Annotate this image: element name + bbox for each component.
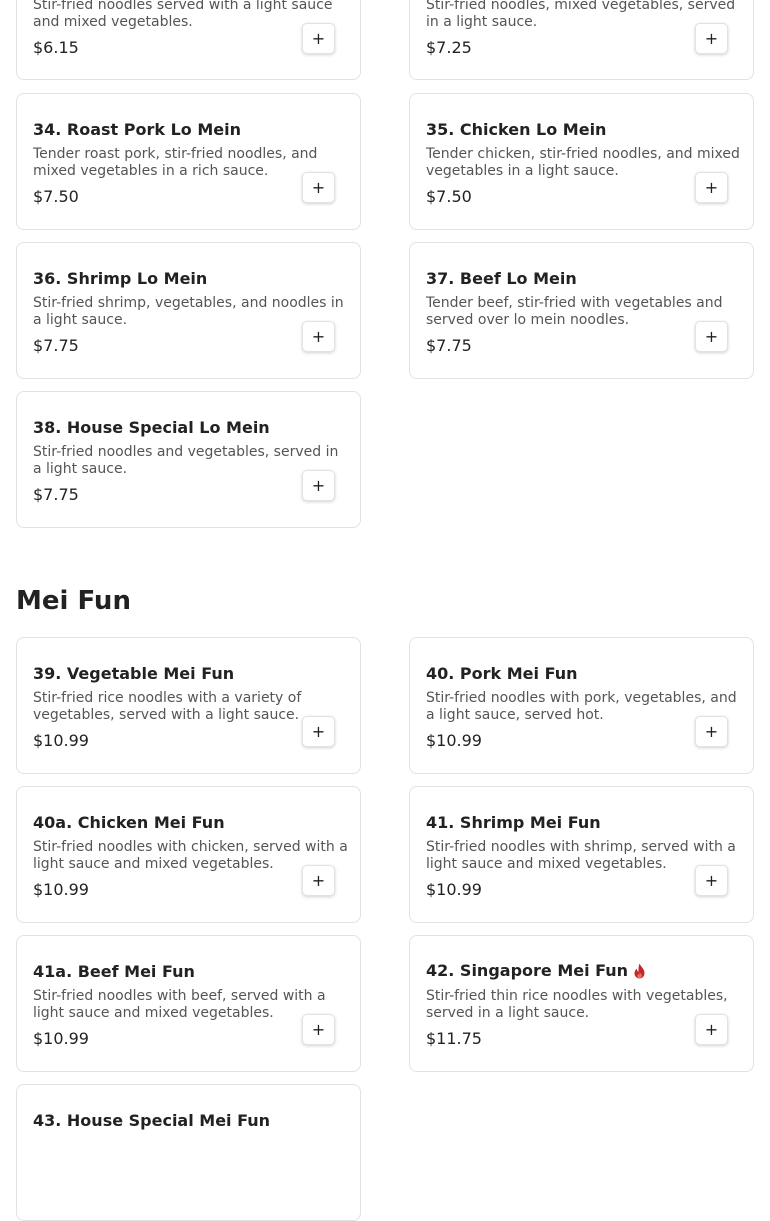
add-to-cart-button[interactable]: + (695, 1014, 728, 1045)
item-description: Stir-fried shrimp, vegetables, and noodl… (33, 295, 344, 328)
item-price: $11.75 (426, 1029, 482, 1048)
item-price: $7.75 (33, 485, 79, 504)
item-price: $10.99 (33, 731, 89, 750)
item-price: $7.50 (33, 187, 79, 206)
item-title: 35. Chicken Lo Mein (426, 120, 607, 139)
item-description: Stir-fried thin rice noodles with vegeta… (426, 988, 728, 1021)
item-description: Tender beef, stir-fried with vegetables … (426, 295, 723, 328)
item-title: 42. Singapore Mei Fun (426, 961, 629, 980)
add-to-cart-button[interactable]: + (302, 716, 335, 747)
add-to-cart-button[interactable]: + (302, 1014, 335, 1045)
item-price: $6.15 (33, 38, 79, 57)
menu-item-card[interactable]: 41. Shrimp Mei Fun Stir-fried noodles wi… (409, 786, 754, 923)
menu-item-card[interactable]: 39. Vegetable Mei Fun Stir-fried rice no… (16, 637, 361, 774)
menu-item-card[interactable]: 40a. Chicken Mei Fun Stir-fried noodles … (16, 786, 361, 923)
item-description: Stir-fried noodles with beef, served wit… (33, 988, 326, 1021)
item-title: 36. Shrimp Lo Mein (33, 269, 208, 288)
menu-item-card[interactable]: Stir-fried noodles served with a light s… (16, 0, 361, 80)
item-price: $7.25 (426, 38, 472, 57)
item-price: $7.75 (426, 336, 472, 355)
add-to-cart-button[interactable]: + (695, 23, 728, 54)
item-price: $10.99 (426, 731, 482, 750)
section-heading: Mei Fun (16, 586, 131, 616)
item-price: $7.50 (426, 187, 472, 206)
menu-item-card[interactable]: 34. Roast Pork Lo Mein Tender roast pork… (16, 93, 361, 230)
item-title: 43. House Special Mei Fun (33, 1111, 271, 1130)
add-to-cart-button[interactable]: + (302, 23, 335, 54)
item-description: Stir-fried noodles, mixed vegetables, se… (426, 0, 736, 30)
add-to-cart-button[interactable]: + (695, 172, 728, 203)
item-description: Tender roast pork, stir-fried noodles, a… (33, 146, 318, 179)
item-title: 37. Beef Lo Mein (426, 269, 577, 288)
item-title: 39. Vegetable Mei Fun (33, 664, 235, 683)
item-title: 34. Roast Pork Lo Mein (33, 120, 241, 139)
menu-item-card[interactable]: 40. Pork Mei Fun Stir-fried noodles with… (409, 637, 754, 774)
item-description: Tender chicken, stir-fried noodles, and … (426, 146, 740, 179)
item-price: $10.99 (426, 880, 482, 899)
add-to-cart-button[interactable]: + (695, 865, 728, 896)
flame-icon (634, 963, 645, 978)
menu-item-card[interactable]: 38. House Special Lo Mein Stir-fried noo… (16, 391, 361, 528)
add-to-cart-button[interactable]: + (302, 865, 335, 896)
item-title: 40a. Chicken Mei Fun (33, 813, 225, 832)
item-description: Stir-fried rice noodles with a variety o… (33, 690, 302, 723)
add-to-cart-button[interactable]: + (302, 321, 335, 352)
item-price: $10.99 (33, 880, 89, 899)
menu-item-card[interactable]: 43. House Special Mei Fun (16, 1084, 361, 1221)
item-description: Stir-fried noodles served with a light s… (33, 0, 333, 30)
item-title-row: 42. Singapore Mei Fun (426, 961, 646, 980)
item-title: 38. House Special Lo Mein (33, 418, 270, 437)
add-to-cart-button[interactable]: + (695, 716, 728, 747)
menu-item-card[interactable]: 37. Beef Lo Mein Tender beef, stir-fried… (409, 242, 754, 379)
menu-item-card[interactable]: Stir-fried noodles, mixed vegetables, se… (409, 0, 754, 80)
add-to-cart-button[interactable]: + (695, 321, 728, 352)
item-title: 41. Shrimp Mei Fun (426, 813, 601, 832)
item-title: 40. Pork Mei Fun (426, 664, 578, 683)
menu-item-card[interactable]: 41a. Beef Mei Fun Stir-fried noodles wit… (16, 935, 361, 1072)
menu-item-card[interactable]: 42. Singapore Mei Fun Stir-fried thin ri… (409, 935, 754, 1072)
item-description: Stir-fried noodles with pork, vegetables… (426, 690, 737, 723)
item-description: Stir-fried noodles and vegetables, serve… (33, 444, 339, 477)
item-price: $10.99 (33, 1029, 89, 1048)
item-description: Stir-fried noodles with chicken, served … (33, 839, 348, 872)
menu-item-card[interactable]: 36. Shrimp Lo Mein Stir-fried shrimp, ve… (16, 242, 361, 379)
item-price: $7.75 (33, 336, 79, 355)
item-title: 41a. Beef Mei Fun (33, 962, 195, 981)
add-to-cart-button[interactable]: + (302, 470, 335, 501)
menu-item-card[interactable]: 35. Chicken Lo Mein Tender chicken, stir… (409, 93, 754, 230)
add-to-cart-button[interactable]: + (302, 172, 335, 203)
item-description: Stir-fried noodles with shrimp, served w… (426, 839, 736, 872)
